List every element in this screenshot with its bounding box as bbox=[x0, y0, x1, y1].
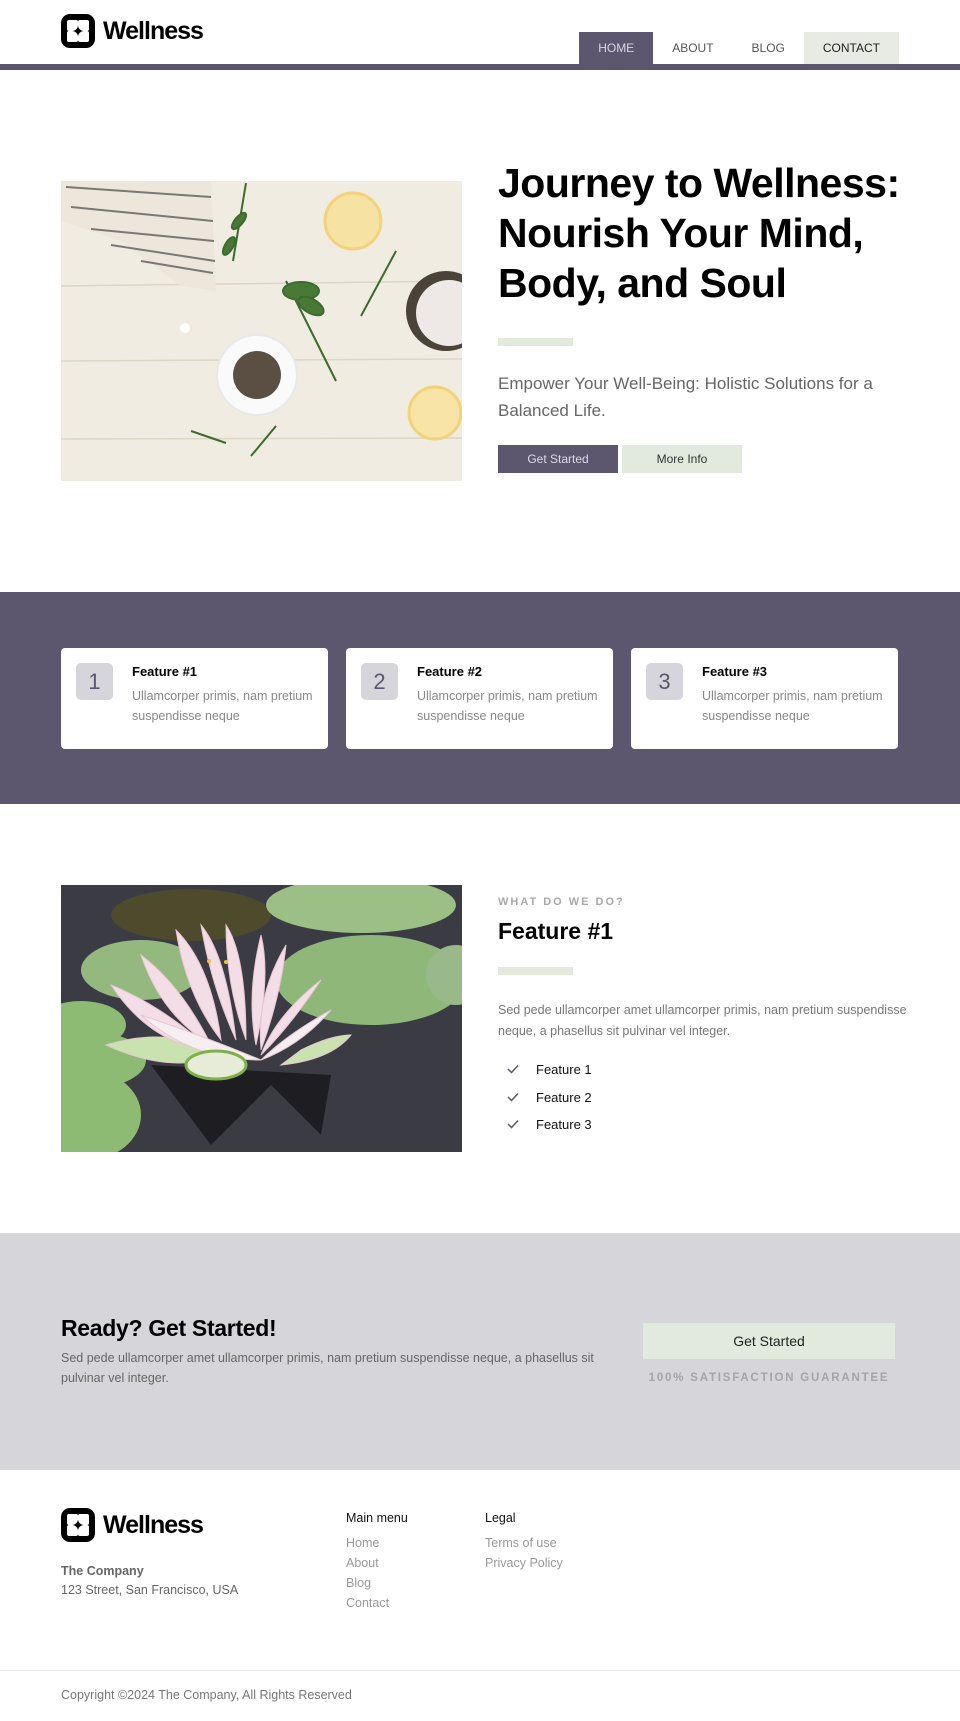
checklist-label: Feature 1 bbox=[536, 1062, 592, 1078]
copyright-bar: Copyright ©2024 The Company, All Rights … bbox=[0, 1671, 960, 1721]
copyright-text: Copyright ©2024 The Company, All Rights … bbox=[61, 1688, 352, 1702]
lotus-image bbox=[61, 885, 462, 1152]
hero-image bbox=[61, 181, 462, 481]
logo-flower-icon bbox=[61, 1508, 95, 1542]
feature-text: Ullamcorper primis, nam pretium suspendi… bbox=[132, 689, 313, 723]
feature-title: Feature #2 bbox=[417, 664, 483, 679]
section-title: Feature #1 bbox=[498, 918, 614, 944]
checklist-label: Feature 3 bbox=[536, 1117, 592, 1133]
site-footer: Wellness The Company 123 Street, San Fra… bbox=[0, 1470, 960, 1670]
more-info-button[interactable]: More Info bbox=[622, 445, 742, 473]
feature-card: 3 Feature #3 Ullamcorper primis, nam pre… bbox=[631, 648, 898, 749]
checkmark-icon bbox=[498, 1117, 536, 1132]
hero-subtitle: Empower Your Well-Being: Holistic Soluti… bbox=[498, 374, 873, 420]
company-address: 123 Street, San Francisco, USA bbox=[61, 1583, 239, 1597]
footer-link-terms[interactable]: Terms of use bbox=[485, 1533, 563, 1553]
cta-title: Ready? Get Started! bbox=[61, 1315, 277, 1341]
footer-link-about[interactable]: About bbox=[346, 1553, 408, 1573]
feature-cards: 1 Feature #1 Ullamcorper primis, nam pre… bbox=[61, 648, 898, 749]
nav-contact[interactable]: CONTACT bbox=[803, 32, 899, 64]
checkmark-icon bbox=[498, 1090, 536, 1105]
feature-detail-section: WHAT DO WE DO? Feature #1 Sed pede ullam… bbox=[0, 804, 960, 1233]
nav-home[interactable]: HOME bbox=[579, 32, 654, 64]
footer-legal-heading: Legal bbox=[485, 1511, 516, 1525]
checklist-item: Feature 1 bbox=[498, 1056, 908, 1084]
feature-number: 2 bbox=[361, 663, 398, 700]
checklist-item: Feature 2 bbox=[498, 1084, 908, 1112]
herbs-illustration bbox=[61, 181, 462, 481]
hero-text: Journey to Wellness: Nourish Your Mind, … bbox=[498, 158, 908, 473]
features-band: 1 Feature #1 Ullamcorper primis, nam pre… bbox=[0, 592, 960, 804]
footer-menu-heading: Main menu bbox=[346, 1511, 408, 1525]
cta-section: Ready? Get Started! Sed pede ullamcorper… bbox=[0, 1233, 960, 1470]
feature-card: 2 Feature #2 Ullamcorper primis, nam pre… bbox=[346, 648, 613, 749]
accent-divider bbox=[498, 338, 573, 346]
get-started-button[interactable]: Get Started bbox=[498, 445, 618, 473]
hero-title: Journey to Wellness: Nourish Your Mind, … bbox=[498, 160, 900, 306]
feature-text: Ullamcorper primis, nam pretium suspendi… bbox=[417, 689, 598, 723]
footer-link-blog[interactable]: Blog bbox=[346, 1573, 408, 1593]
footer-link-contact[interactable]: Contact bbox=[346, 1593, 408, 1613]
logo[interactable]: Wellness bbox=[61, 14, 204, 48]
nav-blog[interactable]: BLOG bbox=[733, 32, 804, 64]
feature-text: Ullamcorper primis, nam pretium suspendi… bbox=[702, 689, 883, 723]
footer-main-menu: Main menu Home About Blog Contact bbox=[346, 1511, 408, 1613]
cta-text: Sed pede ullamcorper amet ullamcorper pr… bbox=[61, 1351, 594, 1385]
logo-text: Wellness bbox=[103, 1510, 204, 1539]
checklist-item: Feature 3 bbox=[498, 1111, 908, 1139]
lotus-illustration bbox=[61, 885, 462, 1152]
footer-link-privacy[interactable]: Privacy Policy bbox=[485, 1553, 563, 1573]
footer-legal: Legal Terms of use Privacy Policy bbox=[485, 1511, 563, 1573]
footer-logo[interactable]: Wellness bbox=[61, 1508, 204, 1542]
feature-number: 3 bbox=[646, 663, 683, 700]
feature-title: Feature #1 bbox=[132, 664, 198, 679]
logo-text: Wellness bbox=[103, 16, 204, 45]
feature-title: Feature #3 bbox=[702, 664, 768, 679]
site-header: Wellness HOME ABOUT BLOG CONTACT bbox=[0, 0, 960, 70]
section-eyebrow: WHAT DO WE DO? bbox=[498, 896, 625, 908]
checkmark-icon bbox=[498, 1062, 536, 1077]
accent-divider bbox=[498, 967, 573, 975]
section-paragraph: Sed pede ullamcorper amet ullamcorper pr… bbox=[498, 1003, 907, 1038]
feature-detail-text: WHAT DO WE DO? Feature #1 Sed pede ullam… bbox=[498, 896, 908, 1139]
hero-buttons: Get Started More Info bbox=[498, 445, 908, 473]
feature-number: 1 bbox=[76, 663, 113, 700]
guarantee-note: 100% SATISFACTION GUARANTEE bbox=[648, 1372, 890, 1384]
feature-card: 1 Feature #1 Ullamcorper primis, nam pre… bbox=[61, 648, 328, 749]
feature-checklist: Feature 1 Feature 2 Feature 3 bbox=[498, 1056, 908, 1139]
footer-link-home[interactable]: Home bbox=[346, 1533, 408, 1553]
hero-section: Journey to Wellness: Nourish Your Mind, … bbox=[0, 70, 960, 592]
nav-about[interactable]: ABOUT bbox=[653, 32, 732, 64]
main-nav: HOME ABOUT BLOG CONTACT bbox=[579, 32, 899, 64]
cta-get-started-button[interactable]: Get Started bbox=[643, 1323, 895, 1359]
checklist-label: Feature 2 bbox=[536, 1089, 592, 1105]
company-name: The Company bbox=[61, 1564, 144, 1578]
logo-flower-icon bbox=[61, 14, 95, 48]
